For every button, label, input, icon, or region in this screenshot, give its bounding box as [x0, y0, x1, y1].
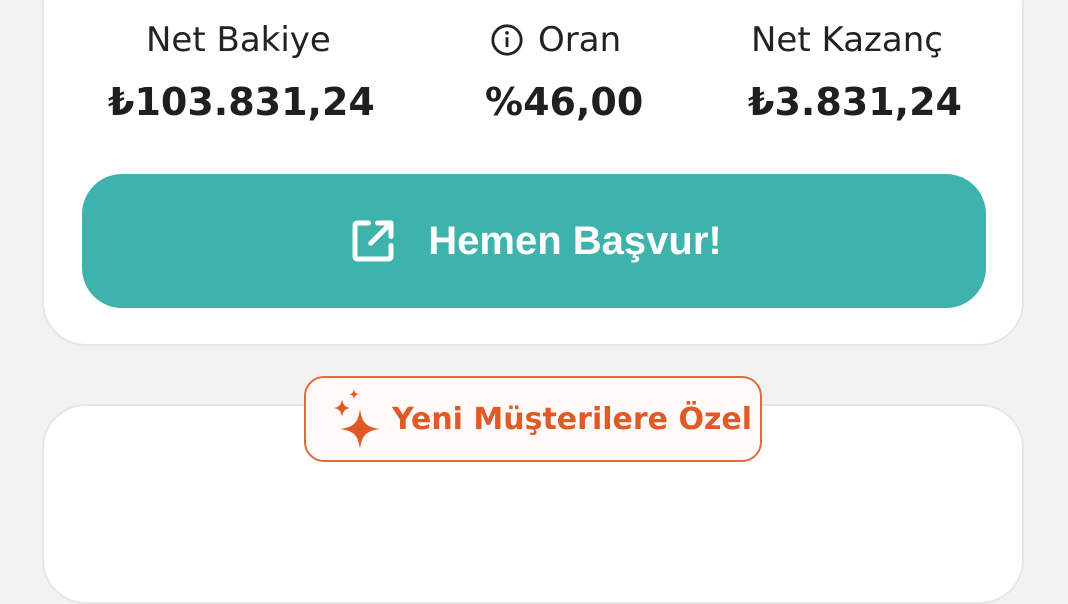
stat-label-net-earning: Net Kazanç	[751, 20, 943, 60]
stat-value-rate: %46,00	[485, 80, 644, 124]
stat-value-net-earning: ₺3.831,24	[748, 80, 962, 124]
external-link-icon	[352, 220, 394, 262]
new-customer-badge: Yeni Müşterilere Özel	[304, 376, 762, 462]
apply-now-label: Hemen Başvur!	[428, 218, 722, 263]
new-customer-label: Yeni Müşterilere Özel	[392, 401, 753, 437]
stat-label-rate-wrap: Oran	[490, 20, 621, 60]
stat-value-net-balance: ₺103.831,24	[108, 80, 375, 124]
info-icon[interactable]	[490, 23, 524, 57]
stat-label-rate: Oran	[538, 20, 622, 60]
sparkle-icon	[334, 389, 380, 449]
stat-label-net-balance: Net Bakiye	[146, 20, 331, 60]
apply-now-button[interactable]: Hemen Başvur!	[82, 174, 986, 308]
